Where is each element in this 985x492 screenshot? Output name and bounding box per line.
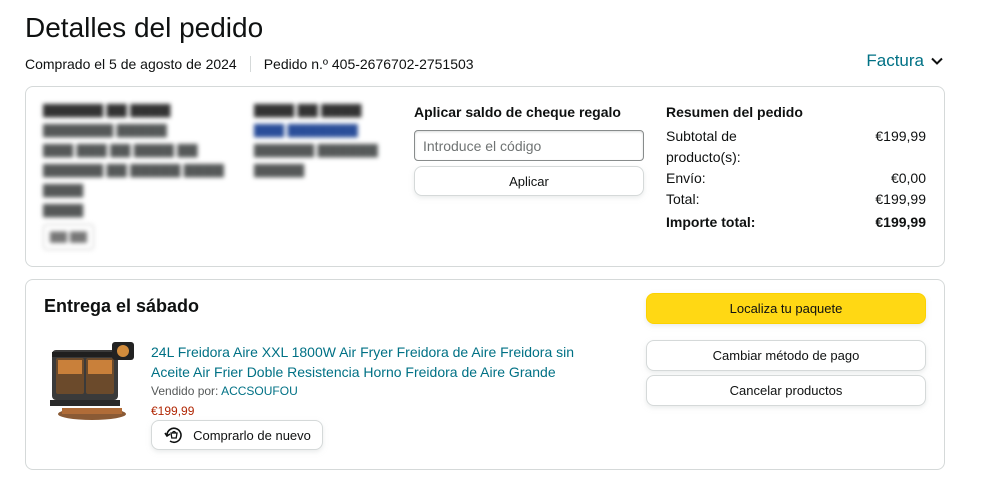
gift-card-heading: Aplicar saldo de cheque regalo: [414, 104, 621, 120]
summary-value: €199,99: [875, 191, 926, 207]
summary-label: Subtotal de producto(s):: [666, 128, 741, 165]
order-meta: Comprado el 5 de agosto de 2024 Pedido n…: [25, 56, 474, 72]
page-title: Detalles del pedido: [25, 12, 264, 43]
order-summary: Resumen del pedido Subtotal de producto(…: [666, 104, 926, 233]
delivery-heading: Entrega el sábado: [44, 296, 200, 316]
product-title-link[interactable]: 24L Freidora Aire XXL 1800W Air Fryer Fr…: [151, 342, 591, 382]
summary-label: Importe total:: [666, 214, 756, 230]
meta-divider: [249, 56, 251, 72]
shipping-address-redacted: ▇▇▇▇▇▇ ▇▇ ▇▇▇▇ ▇▇▇▇▇▇▇ ▇▇▇▇▇ ▇▇▇ ▇▇▇ ▇▇ …: [43, 100, 233, 250]
seller-prefix: Vendido por:: [151, 384, 219, 398]
invoice-dropdown[interactable]: Factura: [866, 51, 944, 71]
summary-row-shipping: Envío: €0,00: [666, 168, 926, 189]
payment-method-redacted: ▇▇▇▇ ▇▇ ▇▇▇▇ ▇▇▇ ▇▇▇▇▇▇▇ ▇▇▇▇▇▇ ▇▇▇▇▇▇ ▇…: [254, 102, 378, 177]
cancel-items-button[interactable]: Cancelar productos: [646, 375, 926, 406]
buy-again-icon: [164, 427, 182, 444]
summary-value: €199,99: [875, 214, 926, 230]
seller-info: Vendido por: ACCSOUFOU: [151, 384, 298, 398]
summary-value: €0,00: [890, 170, 926, 186]
summary-label: Envío:: [666, 170, 706, 186]
summary-heading: Resumen del pedido: [666, 104, 803, 120]
apply-button[interactable]: Aplicar: [414, 166, 644, 196]
change-payment-button[interactable]: Cambiar método de pago: [646, 340, 926, 371]
gift-card-section: Aplicar saldo de cheque regalo Aplicar: [414, 104, 644, 196]
buy-again-label: Comprarlo de nuevo: [193, 427, 311, 443]
purchase-date: Comprado el 5 de agosto de 2024: [25, 56, 237, 72]
summary-value: €199,99: [875, 128, 926, 144]
seller-link[interactable]: ACCSOUFOU: [221, 384, 298, 398]
summary-row-subtotal: Subtotal de producto(s): €199,99: [666, 126, 926, 168]
summary-row-total: Total: €199,99: [666, 189, 926, 210]
summary-label: Total:: [666, 191, 700, 207]
summary-row-grand-total: Importe total: €199,99: [666, 212, 926, 233]
invoice-label: Factura: [866, 51, 924, 70]
product-price: €199,99: [151, 404, 195, 418]
gift-code-input[interactable]: [414, 130, 644, 161]
order-number: Pedido n.º 405-2676702-2751503: [263, 56, 474, 72]
track-package-button[interactable]: Localiza tu paquete: [646, 293, 926, 324]
shipment-card: Entrega el sábado 24L Freidora Aire XXL …: [25, 279, 945, 470]
chevron-down-icon: [931, 57, 943, 65]
product-image[interactable]: [46, 340, 140, 428]
order-info-card: ▇▇▇▇▇▇ ▇▇ ▇▇▇▇ ▇▇▇▇▇▇▇ ▇▇▇▇▇ ▇▇▇ ▇▇▇ ▇▇ …: [25, 86, 945, 267]
buy-again-button[interactable]: Comprarlo de nuevo: [151, 420, 323, 450]
